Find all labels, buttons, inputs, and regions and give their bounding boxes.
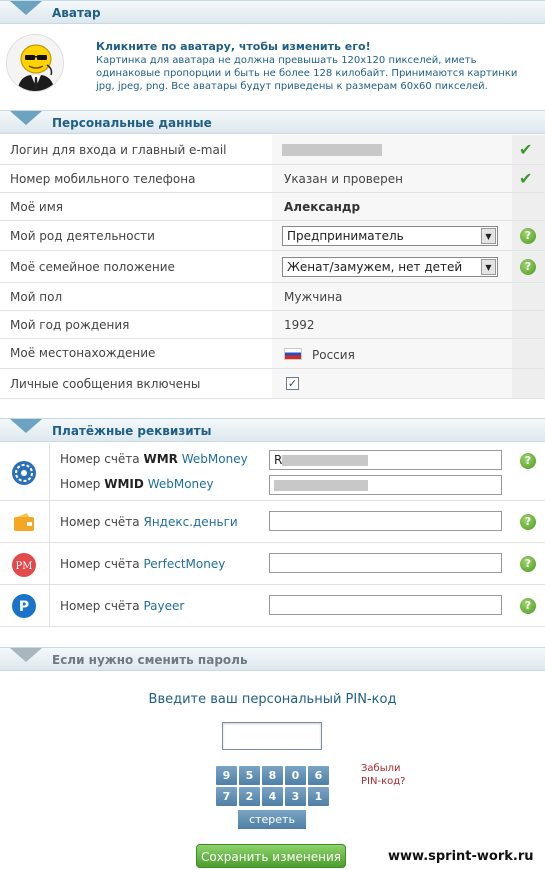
key-4[interactable]: 4 bbox=[262, 787, 283, 806]
pin-input[interactable] bbox=[222, 722, 322, 750]
payeer-input[interactable] bbox=[269, 595, 502, 615]
row-webmoney: Номер счёта WMR WebMoney R Номер WMID We… bbox=[0, 443, 545, 501]
phone-status: Указан и проверен bbox=[284, 172, 404, 186]
messages-checkbox[interactable]: ✓ bbox=[286, 377, 299, 390]
key-1[interactable]: 1 bbox=[308, 787, 329, 806]
row-label: Логин для входа и главный e-mail bbox=[10, 143, 227, 157]
svg-text:PM: PM bbox=[16, 561, 33, 572]
location-value: Россия bbox=[312, 348, 355, 362]
row-family: Моё семейное положение Женат/замужем, не… bbox=[0, 251, 545, 283]
key-3[interactable]: 3 bbox=[285, 787, 306, 806]
hidden-wmr bbox=[282, 455, 368, 466]
clear-button[interactable]: стереть bbox=[238, 810, 306, 829]
perfectmoney-icon: PM bbox=[12, 553, 36, 577]
perfectmoney-input[interactable] bbox=[269, 553, 502, 573]
help-icon[interactable]: ? bbox=[520, 453, 536, 469]
row-label: Мой пол bbox=[10, 290, 63, 304]
row-label: Мой род деятельности bbox=[10, 229, 155, 243]
row-location: Моё местонахождение Россия bbox=[0, 339, 545, 369]
row-perfectmoney: PM Номер счёта PerfectMoney ? bbox=[0, 543, 545, 585]
hidden-wmid bbox=[274, 480, 368, 491]
save-button[interactable]: Сохранить изменения bbox=[196, 844, 346, 868]
collapse-arrow-icon bbox=[10, 1, 42, 15]
yandex-label: Номер счёта Яндекс.деньги bbox=[60, 515, 238, 529]
gender-value: Мужчина bbox=[284, 290, 343, 304]
wmid-label: Номер WMID WebMoney bbox=[60, 477, 214, 491]
name-value: Александр bbox=[284, 200, 361, 214]
section-avatar-header[interactable]: Аватар bbox=[0, 0, 545, 24]
webmoney-icon bbox=[12, 461, 36, 485]
payeer-link[interactable]: Payeer bbox=[143, 599, 184, 613]
row-label: Мой год рождения bbox=[10, 318, 130, 332]
check-icon: ✔ bbox=[519, 169, 533, 188]
key-0[interactable]: 0 bbox=[285, 766, 306, 785]
select-value: Женат/замужем, нет детей bbox=[287, 260, 463, 274]
perfectmoney-link[interactable]: PerfectMoney bbox=[143, 557, 225, 571]
russia-flag-icon bbox=[284, 348, 302, 360]
forgot-pin-link[interactable]: Забыли PIN-код? bbox=[361, 762, 405, 788]
key-8[interactable]: 8 bbox=[262, 766, 283, 785]
pin-title: Введите ваш персональный PIN-код bbox=[148, 692, 397, 707]
row-label: Моё местонахождение bbox=[10, 346, 156, 360]
row-occupation: Мой род деятельности Предприниматель ▼ ? bbox=[0, 221, 545, 251]
yandex-input[interactable] bbox=[269, 511, 502, 531]
webmoney-link[interactable]: WebMoney bbox=[148, 477, 214, 491]
birth-year-value: 1992 bbox=[284, 318, 315, 332]
check-icon: ✔ bbox=[519, 140, 533, 159]
yandex-link[interactable]: Яндекс.деньги bbox=[143, 515, 237, 529]
section-payment-header[interactable]: Платёжные реквизиты bbox=[0, 418, 545, 442]
avatar-heading: Кликните по аватару, чтобы изменить его! bbox=[96, 40, 371, 53]
site-watermark: www.sprint-work.ru bbox=[388, 849, 534, 864]
row-yandex: Номер счёта Яндекс.деньги ? bbox=[0, 501, 545, 543]
help-icon[interactable]: ? bbox=[520, 556, 536, 572]
row-label: Моё имя bbox=[10, 200, 63, 214]
help-icon[interactable]: ? bbox=[520, 598, 536, 614]
row-payeer: P Номер счёта Payeer ? bbox=[0, 585, 545, 627]
row-label: Личные сообщения включены bbox=[10, 377, 201, 391]
payeer-icon: P bbox=[12, 594, 36, 618]
key-2[interactable]: 2 bbox=[239, 787, 260, 806]
perfectmoney-label: Номер счёта PerfectMoney bbox=[60, 557, 226, 571]
family-status-select[interactable]: Женат/замужем, нет детей ▼ bbox=[282, 257, 498, 277]
collapse-arrow-icon bbox=[10, 648, 42, 662]
row-label: Моё семейное положение bbox=[10, 260, 175, 274]
wmid-input[interactable] bbox=[269, 475, 502, 495]
help-icon[interactable]: ? bbox=[520, 259, 536, 275]
hidden-email bbox=[282, 144, 382, 156]
section-password-header[interactable]: Если нужно сменить пароль bbox=[0, 647, 545, 671]
section-title: Платёжные реквизиты bbox=[52, 424, 212, 438]
dropdown-arrow-icon: ▼ bbox=[481, 259, 496, 275]
payeer-label: Номер счёта Payeer bbox=[60, 599, 185, 613]
key-9[interactable]: 9 bbox=[216, 766, 237, 785]
section-title: Персональные данные bbox=[52, 116, 212, 130]
key-7[interactable]: 7 bbox=[216, 787, 237, 806]
occupation-select[interactable]: Предприниматель ▼ bbox=[282, 226, 498, 246]
collapse-arrow-icon bbox=[10, 419, 42, 433]
section-title: Аватар bbox=[52, 6, 101, 20]
row-label: Номер мобильного телефона bbox=[10, 172, 196, 186]
wmr-input[interactable]: R bbox=[269, 450, 502, 470]
avatar-description: Картинка для аватара не должна превышать… bbox=[96, 55, 518, 92]
help-icon[interactable]: ? bbox=[520, 228, 536, 244]
row-birth-year: Мой год рождения 1992 bbox=[0, 311, 545, 339]
collapse-arrow-icon bbox=[10, 111, 42, 125]
row-messages: Личные сообщения включены ✓ bbox=[0, 369, 545, 399]
select-value: Предприниматель bbox=[287, 229, 404, 243]
webmoney-link[interactable]: WebMoney bbox=[182, 452, 248, 466]
yandex-money-icon bbox=[14, 513, 34, 531]
section-title: Если нужно сменить пароль bbox=[52, 653, 248, 667]
avatar[interactable] bbox=[6, 34, 64, 92]
dropdown-arrow-icon: ▼ bbox=[481, 228, 496, 244]
key-5[interactable]: 5 bbox=[239, 766, 260, 785]
row-name: Моё имя Александр bbox=[0, 193, 545, 221]
svg-text:P: P bbox=[19, 599, 29, 615]
row-gender: Мой пол Мужчина bbox=[0, 283, 545, 311]
key-6[interactable]: 6 bbox=[308, 766, 329, 785]
section-personal-header[interactable]: Персональные данные bbox=[0, 110, 545, 134]
wmr-label: Номер счёта WMR WebMoney bbox=[60, 452, 248, 466]
row-phone: Номер мобильного телефона Указан и прове… bbox=[0, 165, 545, 193]
row-login: Логин для входа и главный e-mail ✔ bbox=[0, 135, 545, 165]
help-icon[interactable]: ? bbox=[520, 514, 536, 530]
